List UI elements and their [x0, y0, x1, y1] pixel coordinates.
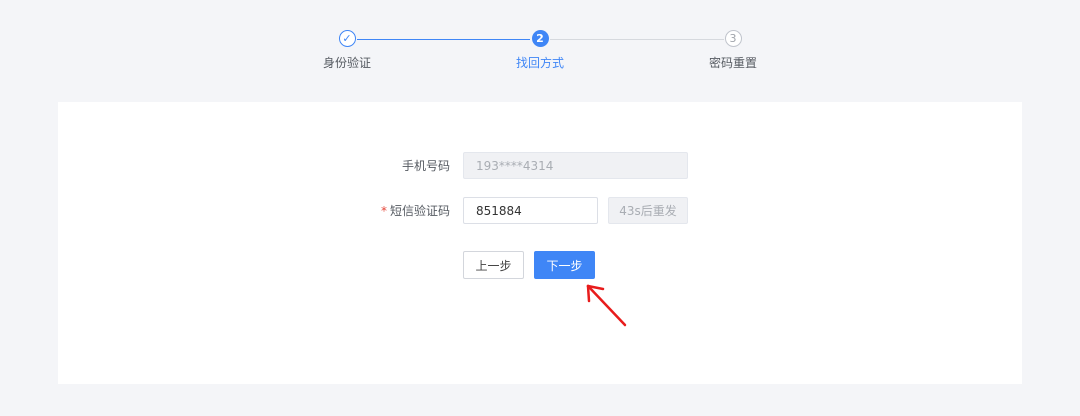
step-identity-verification: ✓ 身份验证 — [287, 30, 407, 71]
phone-label: 手机号码 — [401, 159, 450, 173]
step-password-reset: 3 密码重置 — [673, 30, 793, 71]
step-label: 身份验证 — [322, 56, 371, 70]
required-mark: * — [380, 204, 387, 218]
phone-field — [463, 152, 688, 179]
step-indicator: ✓ 身份验证 2 找回方式 3 密码重置 — [0, 0, 1080, 90]
resend-code-button[interactable]: 43s后重发 — [608, 197, 688, 224]
sms-code-label: * 短信验证码 — [380, 204, 450, 218]
next-step-button[interactable]: 下一步 — [534, 251, 595, 279]
step-number: 2 — [531, 30, 549, 47]
step-label: 密码重置 — [708, 56, 757, 70]
prev-step-button[interactable]: 上一步 — [463, 251, 524, 279]
step-number: 3 — [724, 30, 742, 47]
annotation-arrow-icon — [586, 284, 627, 327]
step-recovery-method: 2 找回方式 — [480, 30, 600, 71]
sms-code-input[interactable] — [463, 197, 598, 224]
recovery-form-card: 手机号码 *短信验证码 43s后重发 上一步 下一步 — [58, 102, 1022, 384]
check-icon: ✓ — [338, 30, 356, 47]
step-label: 找回方式 — [515, 56, 564, 70]
